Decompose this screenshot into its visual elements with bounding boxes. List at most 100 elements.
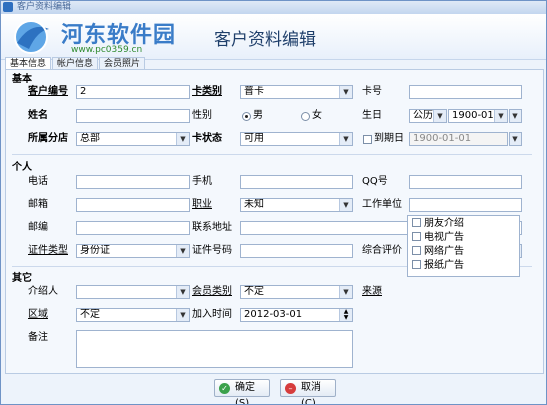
chevron-down-icon[interactable]: ▼ xyxy=(339,133,352,145)
name-input[interactable] xyxy=(76,109,190,123)
section-personal: 个人 xyxy=(12,162,32,173)
member-type-label: 会员类别 xyxy=(192,286,232,297)
mobile-label: 手机 xyxy=(192,176,212,187)
zip-label: 邮编 xyxy=(28,222,48,233)
join-time-value: 2012-03-01 xyxy=(244,309,303,320)
card-type-select[interactable]: 普卡 ▼ xyxy=(240,85,353,99)
phone-label: 电话 xyxy=(28,176,48,187)
source-label: 来源 xyxy=(362,286,382,297)
dialog-header: 河东软件园 www.pc0359.cn 客户资料编辑 xyxy=(1,14,546,60)
join-time-picker[interactable]: 2012-03-01 ▲ ▼ xyxy=(240,308,353,322)
chevron-down-icon[interactable]: ▼ xyxy=(510,133,521,145)
chevron-down-icon[interactable]: ▼ xyxy=(339,286,352,298)
address-label: 联系地址 xyxy=(192,222,232,233)
id-type-value: 身份证 xyxy=(80,245,110,256)
expiry-date-input[interactable]: 1900-01-01 xyxy=(409,132,508,146)
member-type-value: 不定 xyxy=(244,286,264,297)
join-time-label: 加入时间 xyxy=(192,309,232,320)
note-textarea[interactable] xyxy=(76,330,353,368)
card-status-value: 可用 xyxy=(244,133,264,144)
chevron-down-icon[interactable]: ▼ xyxy=(176,286,189,298)
branch-select[interactable]: 总部 ▼ xyxy=(76,132,190,146)
phone-input[interactable] xyxy=(76,175,190,189)
source-checkbox[interactable] xyxy=(412,232,421,241)
window-title: 客户资料编辑 xyxy=(17,2,72,12)
email-label: 邮箱 xyxy=(28,199,48,210)
card-status-select[interactable]: 可用 ▼ xyxy=(240,132,353,146)
gender-male-radio[interactable] xyxy=(242,112,251,121)
expiry-checkbox[interactable] xyxy=(363,135,372,144)
gender-female-label: 女 xyxy=(312,110,322,121)
job-select[interactable]: 未知 ▼ xyxy=(240,198,353,212)
app-icon xyxy=(3,2,13,12)
branch-value: 总部 xyxy=(80,133,100,144)
job-label: 职业 xyxy=(192,199,212,210)
source-item[interactable]: 网络广告 xyxy=(412,246,464,258)
spin-arrows-icon[interactable]: ▲ ▼ xyxy=(339,309,352,321)
id-type-label: 证件类型 xyxy=(28,245,68,256)
card-type-value: 普卡 xyxy=(244,86,264,97)
card-no-label: 卡号 xyxy=(362,86,382,97)
referrer-select[interactable]: ▼ xyxy=(76,285,190,299)
email-input[interactable] xyxy=(76,198,190,212)
chevron-down-icon[interactable]: ▼ xyxy=(510,110,521,122)
customer-edit-window: 客户资料编辑 河东软件园 www.pc0359.cn 客户资料编辑 基本信息 帐… xyxy=(0,0,547,405)
ok-button[interactable]: ✓ 确定(S) xyxy=(214,379,270,404)
expiry-label: 到期日 xyxy=(374,133,404,144)
source-checkbox[interactable] xyxy=(412,260,421,269)
id-no-label: 证件号码 xyxy=(192,245,232,256)
birthday-date-select[interactable]: 1900-01-01 ▼ xyxy=(448,109,508,123)
source-checkbox[interactable] xyxy=(412,218,421,227)
customer-no-label: 客户编号 xyxy=(28,86,68,97)
birthday-calendar-button[interactable]: ▼ xyxy=(509,109,522,123)
section-basic: 基本 xyxy=(12,74,32,85)
referrer-label: 介绍人 xyxy=(28,286,58,297)
gender-male-label: 男 xyxy=(253,110,263,121)
source-item-label: 网络广告 xyxy=(424,246,464,257)
gender-female-radio[interactable] xyxy=(301,112,310,121)
birthday-label: 生日 xyxy=(362,110,382,121)
id-type-select[interactable]: 身份证 ▼ xyxy=(76,244,190,258)
zip-input[interactable] xyxy=(76,221,190,235)
dialog-title: 客户资料编辑 xyxy=(214,30,316,50)
id-no-input[interactable] xyxy=(240,244,353,258)
work-input[interactable] xyxy=(409,198,522,212)
source-checklist: 朋友介绍 电视广告 网络广告 报纸广告 xyxy=(407,215,520,277)
qq-label: QQ号 xyxy=(362,176,388,187)
region-value: 不定 xyxy=(80,309,100,320)
source-checkbox[interactable] xyxy=(412,246,421,255)
job-value: 未知 xyxy=(244,199,264,210)
source-item-label: 电视广告 xyxy=(424,232,464,243)
card-status-label: 卡状态 xyxy=(192,133,222,144)
calendar-type-select[interactable]: 公历 ▼ xyxy=(409,109,447,123)
source-item-label: 朋友介绍 xyxy=(424,218,464,229)
ok-button-label: 确定(S) xyxy=(235,382,255,405)
chevron-down-icon[interactable]: ▼ xyxy=(433,110,446,122)
source-item[interactable]: 电视广告 xyxy=(412,232,464,244)
site-url: www.pc0359.cn xyxy=(71,45,143,55)
cancel-button[interactable]: – 取消(C) xyxy=(280,379,336,404)
expiry-calendar-button[interactable]: ▼ xyxy=(509,132,522,146)
card-no-input[interactable] xyxy=(409,85,522,99)
source-item[interactable]: 朋友介绍 xyxy=(412,218,464,230)
member-type-select[interactable]: 不定 ▼ xyxy=(240,285,353,299)
chevron-down-icon[interactable]: ▼ xyxy=(176,309,189,321)
source-item[interactable]: 报纸广告 xyxy=(412,260,464,272)
customer-no-input[interactable]: 2 xyxy=(76,85,190,99)
chevron-down-icon[interactable]: ▼ xyxy=(176,245,189,257)
region-label: 区域 xyxy=(28,309,48,320)
work-label: 工作单位 xyxy=(362,199,402,210)
qq-input[interactable] xyxy=(409,175,522,189)
chevron-down-icon[interactable]: ▼ xyxy=(176,133,189,145)
chevron-down-icon[interactable]: ▼ xyxy=(494,110,507,122)
region-select[interactable]: 不定 ▼ xyxy=(76,308,190,322)
card-type-label: 卡类别 xyxy=(192,86,222,97)
source-item-label: 报纸广告 xyxy=(424,260,464,271)
cancel-icon: – xyxy=(285,383,296,394)
chevron-down-icon[interactable]: ▼ xyxy=(339,86,352,98)
mobile-input[interactable] xyxy=(240,175,353,189)
chevron-down-icon[interactable]: ▼ xyxy=(339,199,352,211)
cancel-button-label: 取消(C) xyxy=(301,382,321,405)
title-bar: 客户资料编辑 xyxy=(1,1,546,14)
calendar-type-value: 公历 xyxy=(413,110,433,121)
